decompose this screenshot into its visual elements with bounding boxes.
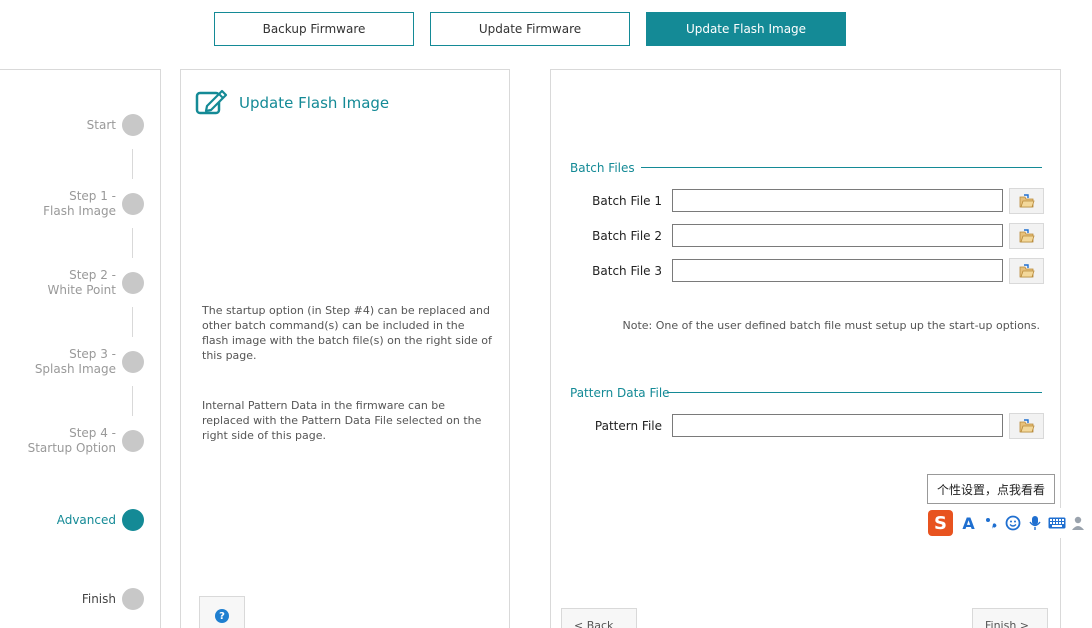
batch-file-1-browse-button[interactable] [1009, 188, 1044, 214]
step-connector [132, 386, 133, 416]
batch-file-3-input[interactable] [672, 259, 1003, 282]
info-paragraph-startup: The startup option (in Step #4) can be r… [202, 304, 492, 362]
keyboard-icon[interactable] [1048, 513, 1067, 533]
step-label: Step 2 - White Point [47, 268, 116, 297]
pattern-file-label: Pattern File [594, 419, 662, 433]
open-folder-icon [1019, 419, 1035, 433]
step-dot [122, 114, 144, 136]
ime-toolbar: S A [926, 508, 1092, 538]
tab-update-firmware[interactable]: Update Firmware [430, 12, 630, 46]
step-start[interactable]: Start [87, 114, 144, 136]
back-button[interactable]: < Back [561, 608, 637, 628]
info-panel: Update Flash Image The startup option (i… [180, 69, 510, 628]
step-label: Step 3 - Splash Image [34, 347, 116, 376]
step-splash-image[interactable]: Step 3 - Splash Image [35, 347, 144, 377]
batch-file-3-browse-button[interactable] [1009, 258, 1044, 284]
open-folder-icon [1019, 229, 1035, 243]
step-finish[interactable]: Finish [82, 588, 144, 610]
batch-file-1-input[interactable] [672, 189, 1003, 212]
form-panel: Batch Files Batch File 1 Batch File 2 Ba… [550, 69, 1061, 628]
pattern-file-input[interactable] [672, 414, 1003, 437]
step-label: Start [86, 117, 116, 132]
step-dot [122, 351, 144, 373]
emoji-icon[interactable] [1003, 513, 1022, 533]
step-connector [132, 228, 133, 258]
punctuation-icon[interactable] [981, 513, 1000, 533]
ime-logo-icon[interactable]: S [928, 510, 953, 536]
step-startup-option[interactable]: Step 4 - Startup Option [28, 426, 144, 456]
user-icon[interactable] [1070, 513, 1089, 533]
step-label: Step 4 - Startup Option [27, 426, 116, 455]
batch-file-3-label: Batch File 3 [592, 264, 662, 278]
batch-note: Note: One of the user defined batch file… [622, 319, 1040, 332]
info-paragraph-pattern: Internal Pattern Data in the firmware ca… [202, 399, 482, 442]
step-connector [132, 307, 133, 337]
step-dot [122, 430, 144, 452]
pattern-data-heading: Pattern Data File [570, 386, 670, 400]
batch-file-2-label: Batch File 2 [592, 229, 662, 243]
step-panel: Start Step 1 - Flash Image Step 2 - White … [0, 69, 161, 628]
app-root: Backup Firmware Update Firmware Update F… [0, 0, 1092, 628]
batch-files-heading: Batch Files [570, 161, 635, 175]
step-flash-image[interactable]: Step 1 - Flash Image [43, 189, 144, 219]
step-label: Step 1 - Flash Image [43, 189, 116, 218]
step-dot [122, 193, 144, 215]
pattern-file-browse-button[interactable] [1009, 413, 1044, 439]
batch-file-2-input[interactable] [672, 224, 1003, 247]
open-folder-icon [1019, 264, 1035, 278]
font-icon[interactable]: A [959, 513, 978, 533]
step-label: Advanced [56, 512, 116, 527]
step-white-point[interactable]: Step 2 - White Point [47, 268, 144, 298]
batch-file-2-browse-button[interactable] [1009, 223, 1044, 249]
batch-file-1-label: Batch File 1 [592, 194, 662, 208]
edit-icon [195, 89, 228, 115]
finish-button[interactable]: Finish > [972, 608, 1048, 628]
step-advanced[interactable]: Advanced [57, 509, 144, 531]
step-dot [122, 272, 144, 294]
tab-backup-firmware[interactable]: Backup Firmware [214, 12, 414, 46]
ime-tooltip: 个性设置，点我看看 [927, 474, 1055, 504]
microphone-icon[interactable] [1025, 513, 1044, 533]
page-title: Update Flash Image [239, 94, 390, 112]
step-label: Finish [81, 591, 116, 606]
step-connector [132, 149, 133, 179]
section-divider [641, 167, 1042, 168]
help-icon: ? [215, 609, 229, 623]
section-divider [667, 392, 1042, 393]
open-folder-icon [1019, 194, 1035, 208]
tab-update-flash-image[interactable]: Update Flash Image [646, 12, 846, 46]
step-dot [122, 509, 144, 531]
help-button[interactable]: ? [199, 596, 245, 628]
step-dot [122, 588, 144, 610]
